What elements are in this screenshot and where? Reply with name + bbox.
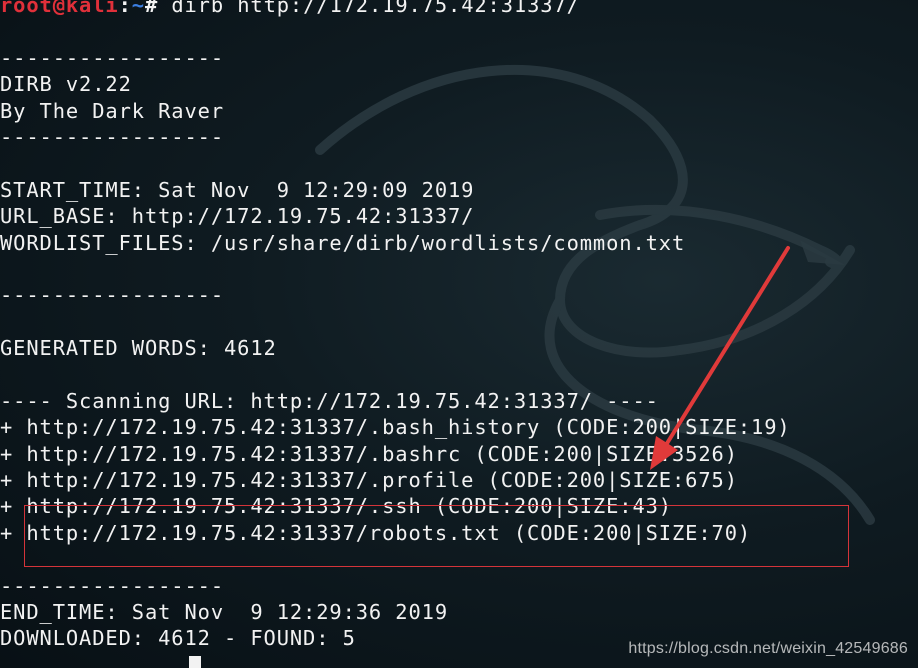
output-line: DIRB v2.22 (0, 72, 132, 97)
output-line: WORDLIST_FILES: /usr/share/dirb/wordlist… (0, 230, 686, 255)
output-line: + http://172.19.75.42:31337/.ssh (CODE:2… (0, 494, 672, 519)
watermark-text: https://blog.csdn.net/weixin_42549686 (628, 640, 908, 657)
output-line: + http://172.19.75.42:31337/.profile (CO… (0, 468, 738, 493)
text-cursor (189, 656, 201, 668)
output-line: START_TIME: Sat Nov 9 12:29:09 2019 (0, 177, 475, 202)
output-line: END_TIME: Sat Nov 9 12:29:36 2019 (0, 599, 448, 624)
terminal-window[interactable]: root@kali:~# dirb http://172.19.75.42:31… (0, 0, 918, 668)
output-line: ----------------- (0, 124, 224, 149)
prompt-path: ~ (131, 0, 145, 17)
output-line: ---- Scanning URL: http://172.19.75.42:3… (0, 388, 659, 413)
output-line: + http://172.19.75.42:31337/robots.txt (… (0, 520, 752, 545)
output-line: ----------------- (0, 573, 224, 598)
output-line: + http://172.19.75.42:31337/.bashrc (COD… (0, 441, 738, 466)
terminal-output: root@kali:~# dirb http://172.19.75.42:31… (0, 0, 791, 668)
prompt-user-host: root@kali (0, 0, 119, 17)
output-line: ----------------- (0, 45, 224, 70)
prompt-line: root@kali:~# dirb http://172.19.75.42:31… (0, 0, 791, 18)
output-line: DOWNLOADED: 4612 - FOUND: 5 (0, 626, 356, 651)
output-line: By The Dark Raver (0, 98, 224, 123)
command-text: dirb http://172.19.75.42:31337/ (158, 0, 580, 17)
prompt-separator: : (118, 0, 132, 17)
output-line: + http://172.19.75.42:31337/.bash_histor… (0, 415, 791, 440)
output-line: URL_BASE: http://172.19.75.42:31337/ (0, 204, 475, 229)
prompt-symbol: # (144, 0, 159, 17)
output-line: ----------------- (0, 283, 224, 308)
output-line: GENERATED WORDS: 4612 (0, 336, 277, 361)
